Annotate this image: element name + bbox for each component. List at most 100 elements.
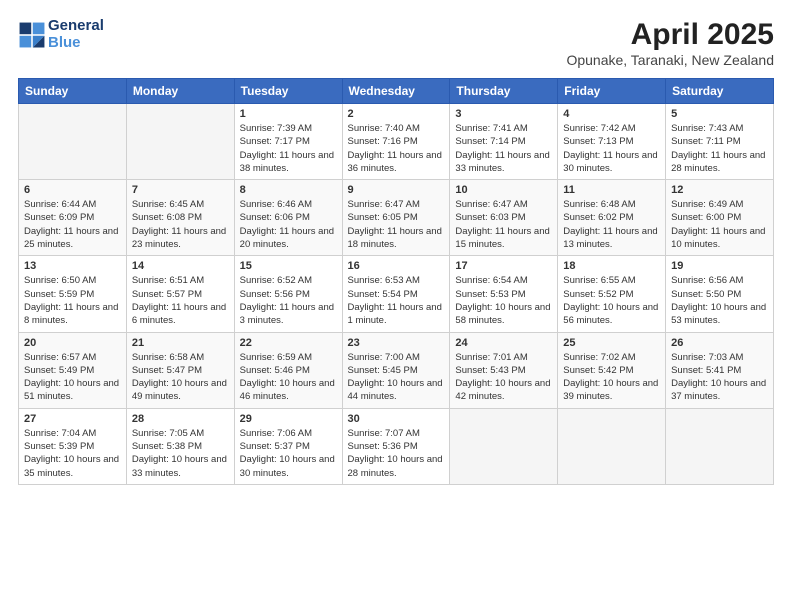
day-info: Sunrise: 7:03 AM Sunset: 5:41 PM Dayligh… <box>671 351 768 404</box>
day-info: Sunrise: 7:06 AM Sunset: 5:37 PM Dayligh… <box>240 427 337 480</box>
calendar-week-row: 13 Sunrise: 6:50 AM Sunset: 5:59 PM Dayli… <box>19 256 774 332</box>
day-number: 7 <box>132 184 229 196</box>
calendar-cell: 18 Sunrise: 6:55 AM Sunset: 5:52 PM Dayli… <box>558 256 666 332</box>
calendar-cell: 10 Sunrise: 6:47 AM Sunset: 6:03 PM Dayli… <box>450 180 558 256</box>
day-info: Sunrise: 7:00 AM Sunset: 5:45 PM Dayligh… <box>348 351 445 404</box>
calendar-week-row: 1Sunrise: 7:39 AM Sunset: 7:17 PM Daylig… <box>19 104 774 180</box>
day-info: Sunrise: 6:57 AM Sunset: 5:49 PM Dayligh… <box>24 351 121 404</box>
calendar-cell: 3 Sunrise: 7:41 AM Sunset: 7:14 PM Daylig… <box>450 104 558 180</box>
calendar-table: SundayMondayTuesdayWednesdayThursdayFrid… <box>18 78 774 485</box>
calendar-cell: 4 Sunrise: 7:42 AM Sunset: 7:13 PM Daylig… <box>558 104 666 180</box>
calendar-cell: 19Sunrise: 6:56 AM Sunset: 5:50 PM Dayli… <box>666 256 774 332</box>
calendar-cell: 28 Sunrise: 7:05 AM Sunset: 5:38 PM Dayli… <box>126 408 234 484</box>
logo-icon <box>18 21 46 49</box>
day-number: 11 <box>563 184 660 196</box>
calendar-cell: 14 Sunrise: 6:51 AM Sunset: 5:57 PM Dayli… <box>126 256 234 332</box>
day-number: 20 <box>24 337 121 349</box>
calendar-cell: 13 Sunrise: 6:50 AM Sunset: 5:59 PM Dayli… <box>19 256 127 332</box>
calendar-cell: 2 Sunrise: 7:40 AM Sunset: 7:16 PM Daylig… <box>342 104 450 180</box>
day-info: Sunrise: 6:49 AM Sunset: 6:00 PM Dayligh… <box>671 198 768 251</box>
day-info: Sunrise: 7:40 AM Sunset: 7:16 PM Dayligh… <box>348 122 445 175</box>
weekday-header: Monday <box>126 79 234 104</box>
day-info: Sunrise: 6:50 AM Sunset: 5:59 PM Dayligh… <box>24 274 121 327</box>
day-info: Sunrise: 6:45 AM Sunset: 6:08 PM Dayligh… <box>132 198 229 251</box>
calendar-cell: 24 Sunrise: 7:01 AM Sunset: 5:43 PM Dayli… <box>450 332 558 408</box>
day-info: Sunrise: 7:02 AM Sunset: 5:42 PM Dayligh… <box>563 351 660 404</box>
day-number: 15 <box>240 260 337 272</box>
day-info: Sunrise: 7:42 AM Sunset: 7:13 PM Dayligh… <box>563 122 660 175</box>
calendar-cell: 15 Sunrise: 6:52 AM Sunset: 5:56 PM Dayli… <box>234 256 342 332</box>
day-info: Sunrise: 6:47 AM Sunset: 6:03 PM Dayligh… <box>455 198 552 251</box>
day-number: 6 <box>24 184 121 196</box>
calendar-subtitle: Opunake, Taranaki, New Zealand <box>566 52 774 68</box>
day-info: Sunrise: 6:58 AM Sunset: 5:47 PM Dayligh… <box>132 351 229 404</box>
day-number: 25 <box>563 337 660 349</box>
weekday-header: Wednesday <box>342 79 450 104</box>
calendar-cell <box>558 408 666 484</box>
calendar-cell <box>666 408 774 484</box>
day-number: 18 <box>563 260 660 272</box>
logo-text: General Blue <box>48 18 104 51</box>
day-info: Sunrise: 6:47 AM Sunset: 6:05 PM Dayligh… <box>348 198 445 251</box>
day-number: 4 <box>563 108 660 120</box>
day-info: Sunrise: 7:04 AM Sunset: 5:39 PM Dayligh… <box>24 427 121 480</box>
day-info: Sunrise: 6:53 AM Sunset: 5:54 PM Dayligh… <box>348 274 445 327</box>
day-number: 26 <box>671 337 768 349</box>
day-number: 30 <box>348 413 445 425</box>
calendar-cell: 29 Sunrise: 7:06 AM Sunset: 5:37 PM Dayli… <box>234 408 342 484</box>
weekday-header: Saturday <box>666 79 774 104</box>
day-info: Sunrise: 7:07 AM Sunset: 5:36 PM Dayligh… <box>348 427 445 480</box>
weekday-header: Thursday <box>450 79 558 104</box>
calendar-cell <box>126 104 234 180</box>
day-number: 29 <box>240 413 337 425</box>
day-info: Sunrise: 6:55 AM Sunset: 5:52 PM Dayligh… <box>563 274 660 327</box>
calendar-cell: 7 Sunrise: 6:45 AM Sunset: 6:08 PM Daylig… <box>126 180 234 256</box>
day-info: Sunrise: 7:41 AM Sunset: 7:14 PM Dayligh… <box>455 122 552 175</box>
day-number: 9 <box>348 184 445 196</box>
calendar-cell: 5 Sunrise: 7:43 AM Sunset: 7:11 PM Daylig… <box>666 104 774 180</box>
day-info: Sunrise: 7:43 AM Sunset: 7:11 PM Dayligh… <box>671 122 768 175</box>
day-number: 3 <box>455 108 552 120</box>
header: General Blue April 2025 Opunake, Taranak… <box>18 18 774 68</box>
day-info: Sunrise: 6:56 AM Sunset: 5:50 PM Dayligh… <box>671 274 768 327</box>
title-block: April 2025 Opunake, Taranaki, New Zealan… <box>566 18 774 68</box>
day-number: 8 <box>240 184 337 196</box>
day-number: 14 <box>132 260 229 272</box>
calendar-cell: 6 Sunrise: 6:44 AM Sunset: 6:09 PM Daylig… <box>19 180 127 256</box>
calendar-cell: 17Sunrise: 6:54 AM Sunset: 5:53 PM Dayli… <box>450 256 558 332</box>
calendar-cell: 11Sunrise: 6:48 AM Sunset: 6:02 PM Dayli… <box>558 180 666 256</box>
calendar-cell: 25 Sunrise: 7:02 AM Sunset: 5:42 PM Dayli… <box>558 332 666 408</box>
calendar-cell: 20 Sunrise: 6:57 AM Sunset: 5:49 PM Dayli… <box>19 332 127 408</box>
day-info: Sunrise: 7:01 AM Sunset: 5:43 PM Dayligh… <box>455 351 552 404</box>
calendar-cell: 12Sunrise: 6:49 AM Sunset: 6:00 PM Dayli… <box>666 180 774 256</box>
calendar-cell: 26 Sunrise: 7:03 AM Sunset: 5:41 PM Dayli… <box>666 332 774 408</box>
day-number: 5 <box>671 108 768 120</box>
page: General Blue April 2025 Opunake, Taranak… <box>0 0 792 612</box>
day-number: 10 <box>455 184 552 196</box>
day-info: Sunrise: 6:54 AM Sunset: 5:53 PM Dayligh… <box>455 274 552 327</box>
day-number: 28 <box>132 413 229 425</box>
weekday-header: Friday <box>558 79 666 104</box>
calendar-cell <box>450 408 558 484</box>
day-number: 23 <box>348 337 445 349</box>
day-number: 13 <box>24 260 121 272</box>
calendar-week-row: 6 Sunrise: 6:44 AM Sunset: 6:09 PM Daylig… <box>19 180 774 256</box>
day-info: Sunrise: 7:39 AM Sunset: 7:17 PM Dayligh… <box>240 122 337 175</box>
calendar-header-row: SundayMondayTuesdayWednesdayThursdayFrid… <box>19 79 774 104</box>
calendar-cell: 21Sunrise: 6:58 AM Sunset: 5:47 PM Dayli… <box>126 332 234 408</box>
day-number: 16 <box>348 260 445 272</box>
day-number: 2 <box>348 108 445 120</box>
day-number: 24 <box>455 337 552 349</box>
day-info: Sunrise: 6:51 AM Sunset: 5:57 PM Dayligh… <box>132 274 229 327</box>
calendar-week-row: 20 Sunrise: 6:57 AM Sunset: 5:49 PM Dayli… <box>19 332 774 408</box>
calendar-cell: 9 Sunrise: 6:47 AM Sunset: 6:05 PM Daylig… <box>342 180 450 256</box>
day-info: Sunrise: 6:44 AM Sunset: 6:09 PM Dayligh… <box>24 198 121 251</box>
calendar-cell <box>19 104 127 180</box>
calendar-cell: 22Sunrise: 6:59 AM Sunset: 5:46 PM Dayli… <box>234 332 342 408</box>
day-info: Sunrise: 7:05 AM Sunset: 5:38 PM Dayligh… <box>132 427 229 480</box>
calendar-cell: 27Sunrise: 7:04 AM Sunset: 5:39 PM Dayli… <box>19 408 127 484</box>
day-info: Sunrise: 6:52 AM Sunset: 5:56 PM Dayligh… <box>240 274 337 327</box>
calendar-cell: 16 Sunrise: 6:53 AM Sunset: 5:54 PM Dayli… <box>342 256 450 332</box>
calendar-cell: 8Sunrise: 6:46 AM Sunset: 6:06 PM Daylig… <box>234 180 342 256</box>
calendar-week-row: 27Sunrise: 7:04 AM Sunset: 5:39 PM Dayli… <box>19 408 774 484</box>
